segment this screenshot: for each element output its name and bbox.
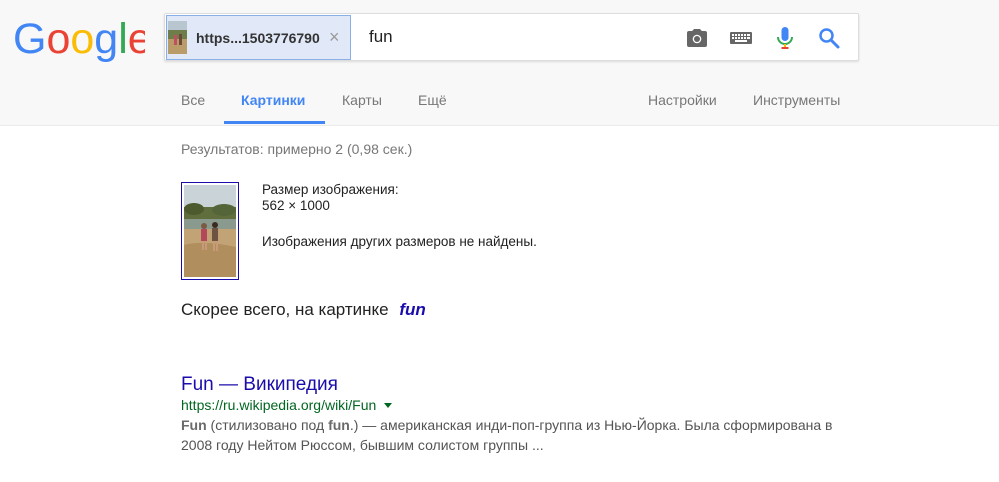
- chip-url-text: https...1503776790: [196, 29, 320, 46]
- result-url: https://ru.wikipedia.org/wiki/Fun: [181, 397, 861, 413]
- image-info: Размер изображения: 562 × 1000 Изображен…: [262, 182, 537, 250]
- best-guess: Скорее всего, на картинке fun: [181, 300, 426, 320]
- image-size-label: Размер изображения:: [262, 182, 399, 197]
- snippet-bold-term: fun: [328, 417, 350, 433]
- search-box[interactable]: https...1503776790 × fun: [164, 13, 859, 61]
- beach-photo: [184, 185, 236, 277]
- tab-settings[interactable]: Настройки: [648, 92, 717, 108]
- dropdown-arrow-icon[interactable]: [384, 402, 393, 408]
- image-chip[interactable]: https...1503776790 ×: [166, 15, 351, 60]
- svg-text:Google: Google: [13, 16, 145, 62]
- google-logo[interactable]: Google: [13, 16, 145, 62]
- snippet-text: (стилизовано под: [206, 417, 329, 433]
- best-guess-link[interactable]: fun: [399, 300, 425, 319]
- header: Google https...1503776790 × fun Все Карт…: [0, 0, 999, 126]
- nav-tabs: Все Картинки Карты Ещё Настройки Инструм…: [0, 88, 999, 126]
- close-icon[interactable]: ×: [329, 28, 340, 46]
- image-size-value: 562 × 1000: [262, 198, 330, 213]
- snippet-bold-term: Fun: [181, 417, 207, 433]
- search-input[interactable]: fun: [369, 27, 393, 47]
- result-title-link[interactable]: Fun — Википедия: [181, 374, 861, 396]
- search-icon[interactable]: [817, 26, 841, 50]
- chip-thumbnail: [168, 21, 187, 54]
- active-tab-underline: [224, 121, 325, 124]
- no-other-sizes-text: Изображения других размеров не найдены.: [262, 234, 537, 249]
- tab-tools[interactable]: Инструменты: [753, 92, 840, 108]
- result-url-text: https://ru.wikipedia.org/wiki/Fun: [181, 397, 377, 413]
- tab-images[interactable]: Картинки: [241, 92, 305, 108]
- tab-more[interactable]: Ещё: [418, 92, 447, 108]
- microphone-icon[interactable]: [775, 26, 795, 52]
- camera-icon[interactable]: [685, 26, 709, 50]
- result-snippet: Fun (стилизовано под fun.) — американска…: [181, 415, 861, 455]
- tab-maps[interactable]: Карты: [342, 92, 382, 108]
- uploaded-image-thumbnail[interactable]: [181, 182, 239, 280]
- search-result: Fun — Википедия https://ru.wikipedia.org…: [181, 374, 861, 455]
- best-guess-prefix: Скорее всего, на картинке: [181, 300, 389, 319]
- keyboard-icon[interactable]: [729, 29, 753, 47]
- result-stats: Результатов: примерно 2 (0,98 сек.): [181, 141, 413, 157]
- tab-all[interactable]: Все: [181, 92, 205, 108]
